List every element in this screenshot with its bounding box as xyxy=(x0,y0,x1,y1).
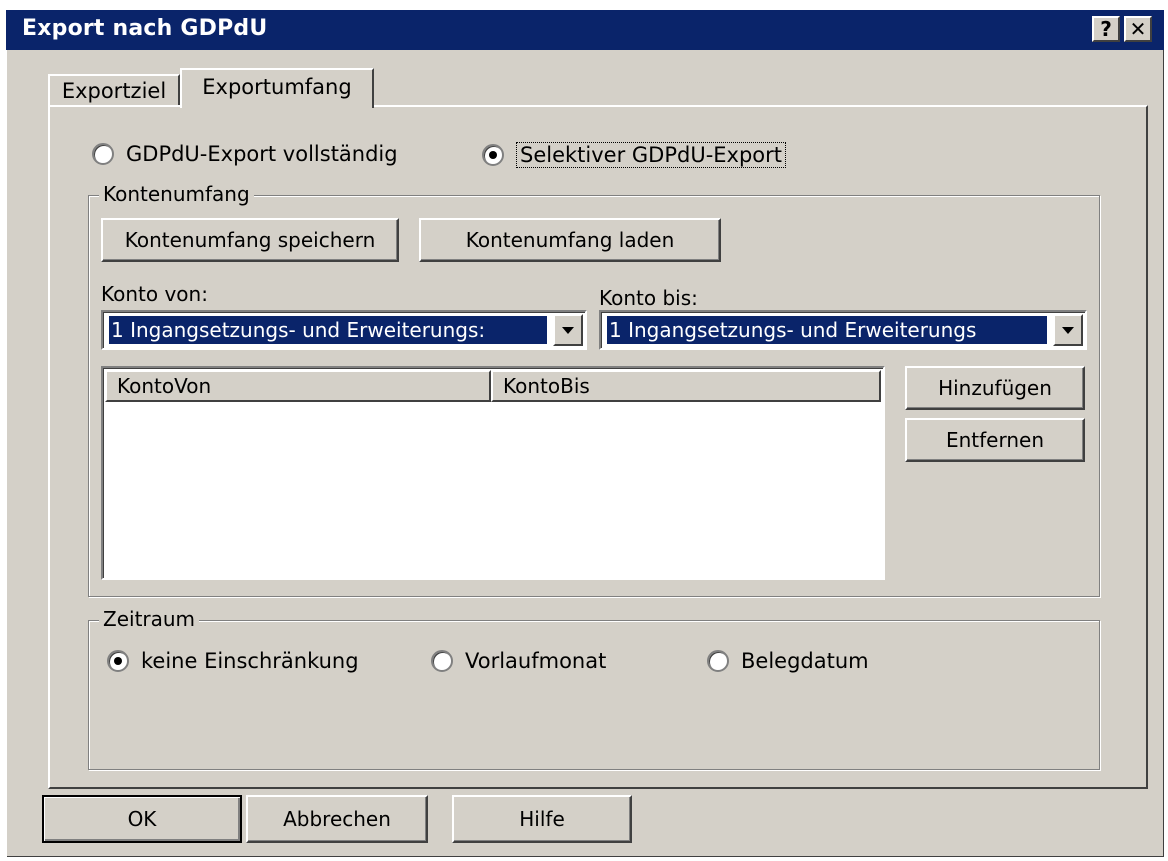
help-icon[interactable]: ? xyxy=(1092,16,1120,42)
column-header-kontobis[interactable]: KontoBis xyxy=(491,370,881,402)
save-scope-button[interactable]: Kontenumfang speichern xyxy=(101,218,399,262)
ok-button-label: OK xyxy=(127,807,157,831)
cancel-button[interactable]: Abbrechen xyxy=(246,795,428,843)
column-header-kontovon-label: KontoVon xyxy=(117,374,212,398)
radio-keine-einschraenkung[interactable]: keine Einschränkung xyxy=(107,649,359,673)
zeitraum-legend: Zeitraum xyxy=(99,607,200,631)
tab-exportumfang[interactable]: Exportumfang xyxy=(180,68,374,108)
radio-keine-einschraenkung-label: keine Einschränkung xyxy=(141,649,359,673)
radio-belegdatum-label: Belegdatum xyxy=(741,649,869,673)
konto-range-list[interactable]: KontoVon KontoBis xyxy=(101,366,885,580)
window-title: Export nach GDPdU xyxy=(22,16,268,41)
column-header-kontobis-label: KontoBis xyxy=(503,374,590,398)
tab-panel-exportumfang: GDPdU-Export vollständig Selektiver GDPd… xyxy=(48,105,1148,789)
konto-von-label: Konto von: xyxy=(101,282,208,306)
tab-exportziel-label: Exportziel xyxy=(61,79,167,103)
add-button[interactable]: Hinzufügen xyxy=(905,366,1085,410)
konto-von-value: 1 Ingangsetzungs- und Erweiterungs: xyxy=(109,316,547,344)
chevron-down-icon xyxy=(562,326,574,334)
help-button[interactable]: Hilfe xyxy=(452,795,632,843)
konto-von-dropdown-button[interactable] xyxy=(553,314,583,346)
tab-exportumfang-label: Exportumfang xyxy=(202,75,352,99)
radio-vorlaufmonat-button[interactable] xyxy=(431,650,453,672)
remove-button[interactable]: Entfernen xyxy=(905,418,1085,462)
radio-vorlaufmonat[interactable]: Vorlaufmonat xyxy=(431,649,606,673)
save-scope-button-label: Kontenumfang speichern xyxy=(124,228,376,252)
konto-bis-dropdown-button[interactable] xyxy=(1053,314,1083,346)
add-button-label: Hinzufügen xyxy=(938,376,1052,400)
zeitraum-group: Zeitraum keine Einschränkung Vorlaufmona… xyxy=(88,607,1100,770)
konto-bis-value: 1 Ingangsetzungs- und Erweiterungs xyxy=(607,316,1047,344)
radio-full-export-label: GDPdU-Export vollständig xyxy=(126,142,398,166)
konto-von-select[interactable]: 1 Ingangsetzungs- und Erweiterungs: xyxy=(101,310,587,350)
load-scope-button-label: Kontenumfang laden xyxy=(465,228,675,252)
tab-exportziel[interactable]: Exportziel xyxy=(48,74,180,107)
title-bar[interactable]: Export nach GDPdU ? ✕ xyxy=(6,10,1164,50)
help-button-label: Hilfe xyxy=(519,807,565,831)
konto-bis-select[interactable]: 1 Ingangsetzungs- und Erweiterungs xyxy=(599,310,1087,350)
cancel-button-label: Abbrechen xyxy=(283,807,391,831)
ok-button[interactable]: OK xyxy=(42,795,242,843)
radio-full-export[interactable]: GDPdU-Export vollständig xyxy=(92,142,398,166)
konto-bis-label: Konto bis: xyxy=(599,286,698,310)
load-scope-button[interactable]: Kontenumfang laden xyxy=(419,218,721,262)
radio-belegdatum[interactable]: Belegdatum xyxy=(707,649,869,673)
radio-full-export-button[interactable] xyxy=(92,143,114,165)
remove-button-label: Entfernen xyxy=(945,428,1045,452)
chevron-down-icon xyxy=(1062,326,1074,334)
column-header-kontovon[interactable]: KontoVon xyxy=(105,370,491,402)
export-dialog: Export nach GDPdU ? ✕ Exportziel Exportu… xyxy=(6,10,1164,857)
radio-selective-export-button[interactable] xyxy=(482,144,504,166)
radio-vorlaufmonat-label: Vorlaufmonat xyxy=(465,649,607,673)
kontenumfang-group: Kontenumfang Kontenumfang speichern Kont… xyxy=(88,182,1100,597)
radio-selective-export[interactable]: Selektiver GDPdU-Export xyxy=(482,142,787,168)
close-icon[interactable]: ✕ xyxy=(1124,16,1152,42)
radio-keine-einschraenkung-button[interactable] xyxy=(107,650,129,672)
radio-belegdatum-button[interactable] xyxy=(707,650,729,672)
radio-selective-export-label: Selektiver GDPdU-Export xyxy=(516,142,787,168)
kontenumfang-legend: Kontenumfang xyxy=(99,182,254,206)
